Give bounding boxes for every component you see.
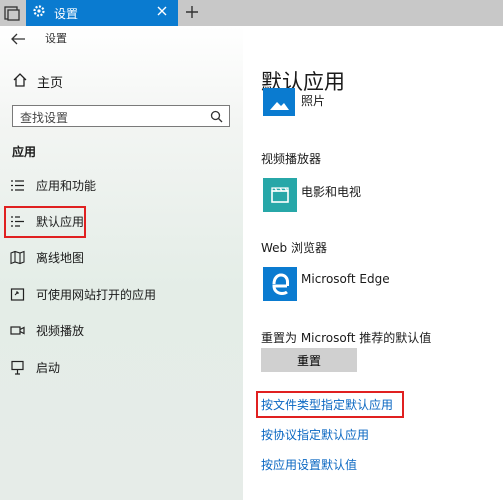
search-input[interactable]: 查找设置 <box>12 105 230 127</box>
new-tab-icon[interactable] <box>184 4 200 20</box>
edge-tile <box>263 267 297 301</box>
edge-app-name: Microsoft Edge <box>301 272 390 286</box>
close-tab-icon[interactable] <box>156 5 168 17</box>
video-player-heading: 视频播放器 <box>261 152 322 166</box>
default-apps-icon <box>11 216 24 227</box>
link-set-defaults-by-app[interactable]: 按应用设置默认值 <box>261 456 357 473</box>
link-default-by-file-type[interactable]: 按文件类型指定默认应用 <box>255 391 405 418</box>
home-icon <box>13 73 27 87</box>
movies-tv-tile <box>263 178 297 212</box>
movies-tv-app-name: 电影和电视 <box>301 185 362 199</box>
search-placeholder: 查找设置 <box>20 111 69 125</box>
reset-label: 重置为 Microsoft 推荐的默认值 <box>261 331 432 345</box>
photos-app-tile <box>263 88 295 116</box>
sidebar-item-label: 视频播放 <box>36 324 85 338</box>
map-icon <box>10 250 25 265</box>
sidebar: 设置 主页 查找设置 应用 应用和功能 默认应用 离线地图 可使用网站打开的应用… <box>0 26 243 500</box>
movies-tv-icon <box>271 187 289 203</box>
reset-button[interactable]: 重置 <box>261 348 357 372</box>
photo-app-picker[interactable]: 照片 <box>263 88 463 120</box>
sidebar-item-label: 启动 <box>36 361 61 375</box>
edge-icon <box>272 273 289 296</box>
web-browser-picker[interactable]: Microsoft Edge <box>263 267 483 301</box>
startup-icon <box>11 360 24 375</box>
sidebar-item-label: 可使用网站打开的应用 <box>36 288 157 302</box>
main-panel: 默认应用 照片 视频播放器 电影和电视 Web 浏览器 Microsoft Ed… <box>243 26 503 500</box>
tab-title: 设置 <box>54 7 79 21</box>
tab-settings[interactable]: 设置 <box>26 0 178 26</box>
sidebar-item-label: 默认应用 <box>36 215 85 229</box>
sidebar-title: 设置 <box>45 32 67 45</box>
video-icon <box>10 326 25 335</box>
gear-icon <box>33 5 45 17</box>
window-switcher-icon[interactable] <box>3 4 21 22</box>
section-heading: 应用 <box>12 145 37 159</box>
search-icon[interactable] <box>210 110 223 123</box>
back-arrow-icon[interactable] <box>10 32 26 46</box>
sidebar-item-label: 应用和功能 <box>36 179 97 193</box>
photos-app-name: 照片 <box>301 94 326 108</box>
sidebar-item-label: 离线地图 <box>36 251 85 265</box>
list-icon <box>11 180 24 191</box>
title-bar: 设置 <box>0 0 503 26</box>
home-label: 主页 <box>37 76 64 91</box>
website-apps-icon <box>10 288 25 301</box>
web-browser-heading: Web 浏览器 <box>261 241 327 255</box>
video-player-picker[interactable]: 电影和电视 <box>263 178 483 212</box>
link-default-by-protocol[interactable]: 按协议指定默认应用 <box>261 426 369 443</box>
photos-icon <box>270 102 289 110</box>
sidebar-item-default-apps[interactable]: 默认应用 <box>4 206 86 238</box>
